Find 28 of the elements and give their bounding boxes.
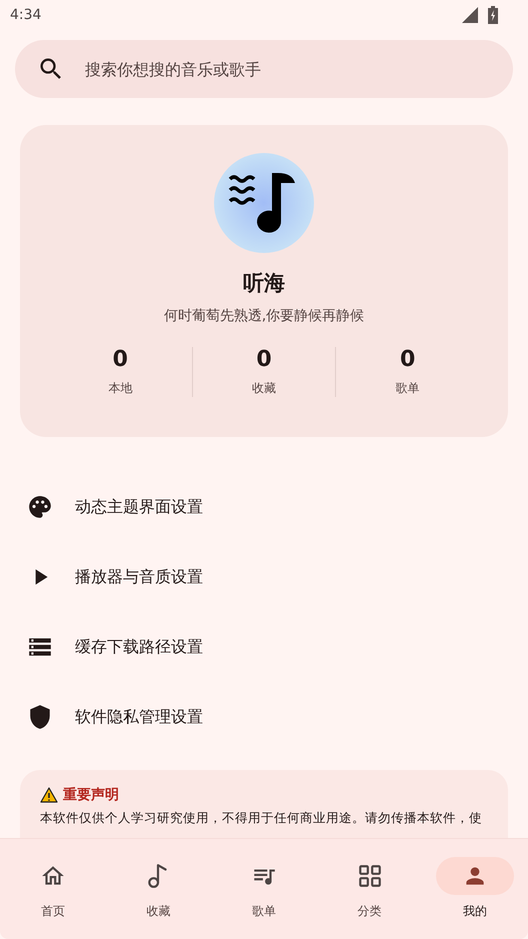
search-field[interactable]: 搜索你想搜的音乐或歌手	[83, 58, 491, 80]
nav-tab[interactable]: 首页	[0, 839, 106, 939]
nav-tab[interactable]: 收藏	[106, 839, 212, 939]
stat-value: 0	[112, 347, 128, 372]
search-bar[interactable]: 搜索你想搜的音乐或歌手	[15, 40, 513, 98]
profile-name: 听海	[243, 270, 285, 297]
grid-icon	[356, 863, 383, 889]
settings-item[interactable]: 动态主题界面设置	[0, 472, 528, 542]
avatar-icon	[214, 153, 314, 253]
status-time: 4:34	[10, 7, 42, 23]
nav-tab[interactable]: 歌单	[211, 839, 317, 939]
nav-tab[interactable]: 我的	[422, 839, 528, 939]
warning-icon	[40, 787, 58, 803]
stat-label: 收藏	[252, 380, 276, 397]
settings-item[interactable]: 软件隐私管理设置	[0, 682, 528, 752]
notice-title: 重要声明	[63, 786, 119, 804]
stat-value: 0	[400, 347, 416, 372]
settings-item[interactable]: 缓存下载路径设置	[0, 612, 528, 682]
battery-icon	[488, 6, 498, 24]
notice-text: 本软件仅供个人学习研究使用，不得用于任何商业用途。请勿传播本软件，使	[40, 810, 483, 825]
stat-label: 本地	[108, 380, 132, 397]
stat-value: 0	[256, 347, 272, 372]
settings-item[interactable]: 播放器与音质设置	[0, 542, 528, 612]
stat-label: 歌单	[396, 380, 420, 397]
profile-motto: 何时葡萄先熟透,你要静候再静候	[164, 307, 364, 325]
signal-icon	[462, 7, 478, 23]
palette-icon	[27, 494, 53, 520]
nav-tab[interactable]: 分类	[316, 839, 422, 939]
